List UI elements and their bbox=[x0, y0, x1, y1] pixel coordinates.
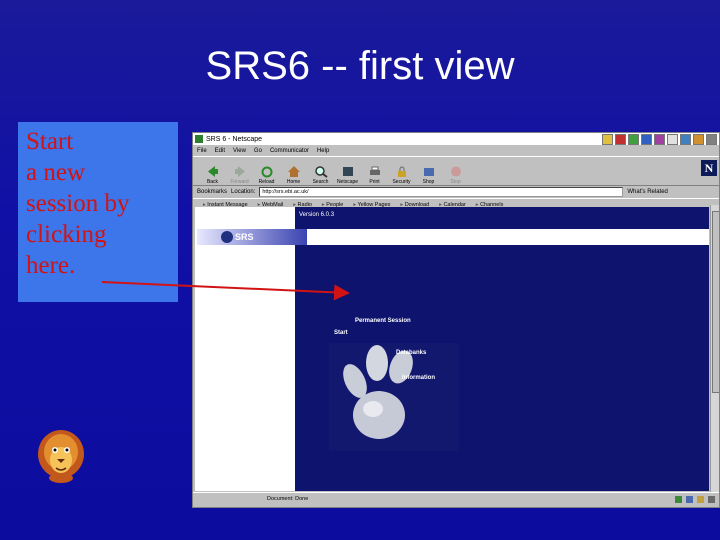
back-label: Back bbox=[206, 179, 219, 185]
menu-communicator[interactable]: Communicator bbox=[270, 148, 309, 154]
search-button[interactable]: Search bbox=[307, 165, 334, 185]
reload-button[interactable]: Reload bbox=[253, 165, 280, 185]
netscape-logo[interactable]: N bbox=[701, 160, 717, 176]
location-bar: Bookmarks Location: http://srs.ebi.ac.uk… bbox=[193, 186, 719, 198]
security-button[interactable]: Security bbox=[388, 165, 415, 185]
forward-button[interactable]: Forward bbox=[226, 165, 253, 185]
stop-icon bbox=[450, 166, 461, 177]
bookmarks-button[interactable]: Bookmarks bbox=[197, 189, 227, 195]
netscape-icon bbox=[195, 135, 203, 143]
menu-view[interactable]: View bbox=[233, 148, 246, 154]
back-arrow-icon bbox=[207, 166, 218, 177]
home-icon bbox=[287, 166, 300, 177]
browser-titlebar: SRS 6 - Netscape bbox=[193, 133, 719, 145]
vertical-scrollbar[interactable] bbox=[710, 205, 719, 493]
stop-button[interactable]: Stop bbox=[442, 165, 469, 185]
shop-button[interactable]: Shop bbox=[415, 165, 442, 185]
callout-text: Start a new session by clicking here. bbox=[26, 128, 130, 279]
shop-icon bbox=[423, 168, 434, 176]
srs-header-bar: SRS bbox=[197, 229, 709, 245]
home-button[interactable]: Home bbox=[280, 165, 307, 185]
search-label: Search bbox=[312, 179, 329, 185]
forward-label: Forward bbox=[230, 179, 249, 185]
stop-label: Stop bbox=[450, 179, 461, 185]
print-icon bbox=[369, 166, 380, 175]
paw-logo-icon bbox=[221, 231, 233, 243]
srs-logo: SRS bbox=[221, 230, 254, 244]
window-title: SRS 6 - Netscape bbox=[206, 135, 263, 143]
menu-bar: File Edit View Go Communicator Help bbox=[193, 145, 719, 156]
databanks-link[interactable]: Databanks bbox=[396, 350, 426, 356]
srs-logo-text: SRS bbox=[235, 232, 254, 242]
system-tray bbox=[602, 134, 717, 145]
whats-related-button[interactable]: What's Related bbox=[627, 189, 668, 195]
callout-box: Start a new session by clicking here. bbox=[18, 122, 178, 302]
print-button[interactable]: Print bbox=[361, 165, 388, 185]
print-label: Print bbox=[369, 179, 380, 185]
security-label: Security bbox=[392, 179, 411, 185]
location-label: Location: bbox=[231, 189, 256, 195]
shop-label: Shop bbox=[422, 179, 435, 185]
browser-window: SRS 6 - Netscape File Edit View Go Commu… bbox=[192, 132, 720, 508]
page-viewport: Version 6.0.3 SRS Permanent Session Star… bbox=[195, 207, 709, 491]
netscape-label: Netscape bbox=[336, 179, 359, 185]
search-icon bbox=[314, 166, 328, 178]
paw-icon bbox=[329, 343, 459, 451]
menu-file[interactable]: File bbox=[197, 148, 207, 154]
navigation-toolbar: Back Forward Reload Home Search Netscape… bbox=[193, 156, 719, 186]
lion-mascot-icon bbox=[38, 430, 84, 483]
forward-arrow-icon bbox=[234, 166, 245, 177]
status-text: Document: Done bbox=[267, 496, 309, 502]
reload-icon bbox=[261, 166, 272, 178]
url-field[interactable]: http://srs.ebi.ac.uk/ bbox=[259, 187, 624, 197]
status-icons bbox=[675, 495, 715, 503]
menu-help[interactable]: Help bbox=[317, 148, 329, 154]
permanent-session-link[interactable]: Permanent Session bbox=[355, 318, 411, 324]
slide-title: SRS6 -- first view bbox=[205, 44, 515, 88]
menu-go[interactable]: Go bbox=[254, 148, 262, 154]
home-label: Home bbox=[286, 179, 301, 185]
information-link[interactable]: Information bbox=[402, 375, 435, 381]
back-button[interactable]: Back bbox=[199, 165, 226, 185]
netscape-button[interactable]: Netscape bbox=[334, 165, 361, 185]
status-bar: Document: Done bbox=[193, 492, 719, 505]
netscape-guide-icon bbox=[342, 167, 353, 176]
start-link[interactable]: Start bbox=[334, 330, 348, 336]
lock-icon bbox=[397, 166, 406, 177]
version-text: Version 6.0.3 bbox=[299, 212, 335, 218]
menu-edit[interactable]: Edit bbox=[215, 148, 225, 154]
reload-label: Reload bbox=[258, 179, 275, 185]
